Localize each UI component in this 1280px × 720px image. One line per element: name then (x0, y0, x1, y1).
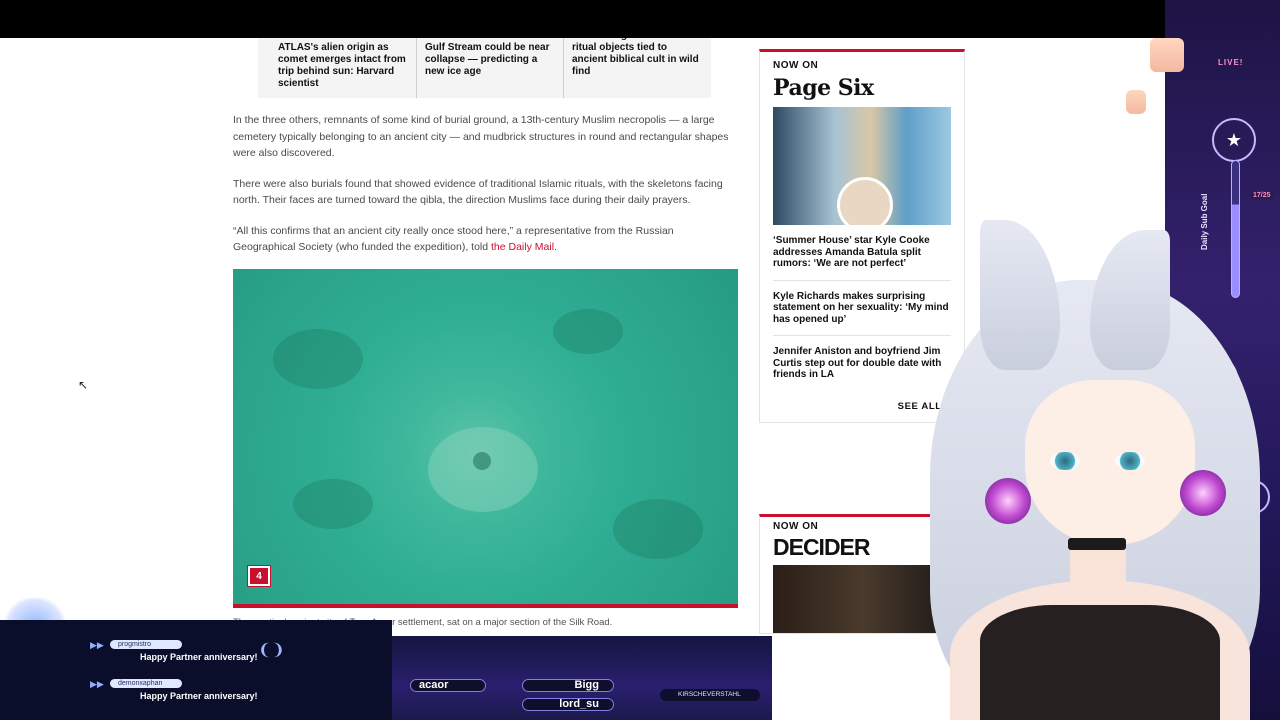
chat-message: ▶▶ demonxaphan Happy Partner anniversary… (90, 679, 258, 701)
article-body: In the three others, remnants of some ki… (233, 112, 738, 270)
chat-text: Happy Partner anniversary! (140, 652, 258, 662)
recent-donor: lord_su (522, 698, 614, 711)
quote-end: . (554, 241, 557, 253)
page-six-logo[interactable]: Page Six (773, 75, 951, 101)
article-paragraph: “All this confirms that an ancient city … (233, 223, 738, 256)
avatar-eye (1115, 452, 1145, 470)
vtuber-avatar (780, 220, 1280, 720)
photo-texture (613, 499, 703, 559)
recent-follower: acaor (410, 679, 486, 692)
chat-text: Happy Partner anniversary! (140, 691, 258, 701)
related-article[interactable]: Climate scientists claim Gulf Stream cou… (417, 38, 564, 98)
related-article-title[interactable]: New evidence of 3I ATLAS's alien origin … (278, 38, 408, 90)
article-paragraph: In the three others, remnants of some ki… (233, 114, 729, 159)
live-indicator: LIVE! (1218, 58, 1244, 67)
ruin-pit (473, 452, 491, 470)
avatar-ear (1090, 230, 1170, 370)
avatar-choker (1068, 538, 1126, 550)
hair-flower (985, 478, 1031, 524)
stream-chat-box (0, 620, 392, 720)
top-black-bar (0, 0, 1280, 38)
related-article[interactable]: Archaeologists reveal ritual objects tie… (564, 38, 711, 98)
recent-subscriber: Bigg (522, 679, 614, 692)
now-on-label: NOW ON (773, 60, 819, 71)
aerial-photo[interactable]: 4 (233, 269, 738, 608)
chat-arrow-icon: ▶▶ (90, 640, 104, 650)
lantern-decoration (1126, 90, 1146, 114)
avatar-top (980, 605, 1220, 720)
star-icon: ★ (1212, 118, 1256, 162)
inset-portrait (837, 177, 893, 225)
avatar-eye (1050, 452, 1080, 470)
chat-arrow-icon: ▶▶ (90, 679, 104, 689)
photo-texture (553, 309, 623, 354)
related-article-title[interactable]: Archaeologists reveal ritual objects tie… (572, 38, 703, 78)
chat-username: progmistro (110, 640, 182, 649)
bow-icon: ❨❩ (258, 642, 285, 659)
twitter-handle: KIRSCHEVERSTAHL (660, 689, 760, 701)
page-six-story-image[interactable] (773, 107, 951, 225)
hair-flower (1180, 470, 1226, 516)
quote-text: “All this confirms that an ancient city … (233, 224, 674, 254)
avatar-ear (980, 220, 1060, 370)
related-article-title[interactable]: Climate scientists claim Gulf Stream cou… (425, 38, 555, 78)
related-article[interactable]: New evidence of 3I ATLAS's alien origin … (270, 38, 417, 98)
gallery-count-badge[interactable]: 4 (247, 565, 271, 587)
daily-mail-link[interactable]: the Daily Mail (491, 241, 554, 253)
chat-username: demonxaphan (110, 679, 182, 688)
chat-message: ▶▶ progmistro Happy Partner anniversary! (90, 640, 258, 662)
photo-texture (293, 479, 373, 529)
mouse-cursor-icon: ↖ (78, 378, 89, 392)
related-articles-strip: New evidence of 3I ATLAS's alien origin … (258, 38, 711, 98)
photo-texture (273, 329, 363, 389)
sub-goal-count: 17/25 (1250, 192, 1274, 199)
article-paragraph: There were also burials found that showe… (233, 177, 723, 207)
lantern-decoration (1150, 38, 1184, 72)
